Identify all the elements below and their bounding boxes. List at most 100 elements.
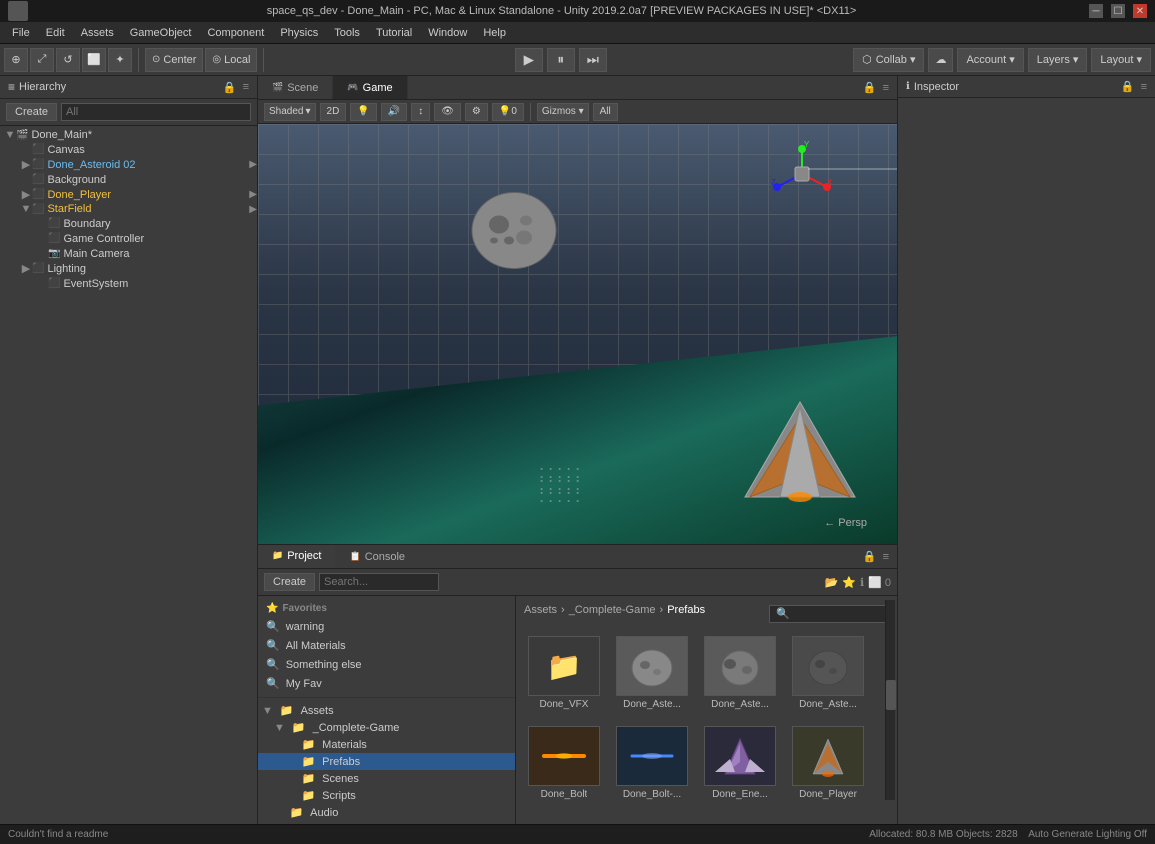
file-item-done-enemy[interactable]: Done_Ene... [700, 722, 780, 804]
shading-mode-dropdown[interactable]: Shaded ▾ [264, 103, 316, 121]
account-button[interactable]: Account ▾ [957, 48, 1023, 72]
collab-button[interactable]: ⬡ Collab ▾ [853, 48, 924, 72]
asset-item-complete-game[interactable]: ▼ 📁 Assets [258, 702, 515, 719]
inspector-lock-icon[interactable]: 🔒 [1121, 80, 1135, 93]
scene-gizmo[interactable]: Y X Z [767, 139, 837, 212]
asset-item-complete-game-sub[interactable]: ▼ 📁 _Complete-Game [258, 719, 515, 736]
files-scrollbar[interactable] [885, 600, 895, 800]
tree-item-lighting[interactable]: ▶ ⬛ Lighting [0, 261, 257, 276]
project-create-button[interactable]: Create [264, 573, 315, 591]
view-menu-icon[interactable]: ≡ [883, 82, 889, 94]
tab-scene[interactable]: 🎬 Scene [258, 76, 333, 99]
tree-item-done-main[interactable]: ▼ 🎬 Done_Main* [0, 128, 257, 142]
project-search-input[interactable] [319, 573, 439, 591]
star-icon[interactable]: ⭐ [842, 576, 856, 589]
scene-num1[interactable]: 💡0 [492, 103, 524, 121]
lighting-toggle[interactable]: 💡 [350, 103, 376, 121]
asset-item-materials[interactable]: ▶ 📁 Materials [258, 736, 515, 753]
menu-tools[interactable]: Tools [326, 25, 368, 41]
menu-tutorial[interactable]: Tutorial [368, 25, 420, 41]
tree-item-boundary[interactable]: ▶ ⬛ Boundary [0, 216, 257, 231]
tree-item-main-camera[interactable]: ▶ 📷 Main Camera [0, 246, 257, 261]
close-button[interactable]: ✕ [1133, 4, 1147, 18]
menu-assets[interactable]: Assets [73, 25, 122, 41]
tool-rotate[interactable]: ↺ [56, 48, 80, 72]
favorite-item-warning[interactable]: 🔍 warning [258, 617, 515, 636]
tab-project[interactable]: 📁 Project [258, 545, 335, 568]
hierarchy-create-button[interactable]: Create [6, 103, 57, 121]
hierarchy-search-input[interactable] [61, 103, 251, 121]
step-button[interactable]: ⏭ [579, 48, 607, 72]
file-item-done-aste3[interactable]: Done_Aste... [788, 632, 868, 714]
file-label: Done_Bolt [541, 789, 588, 800]
tool-hand[interactable]: ⊕ [4, 48, 28, 72]
tree-item-done-player[interactable]: ▶ ⬛ Done_Player ▶ [0, 187, 257, 202]
file-item-done-aste1[interactable]: Done_Aste... [612, 632, 692, 714]
tab-game[interactable]: 🎮 Game [333, 76, 407, 99]
menu-help[interactable]: Help [475, 25, 514, 41]
minimize-button[interactable]: ─ [1089, 4, 1103, 18]
favorite-item-something-else[interactable]: 🔍 Something else [258, 655, 515, 674]
file-item-done-bolt-blue[interactable]: Done_Bolt-... [612, 722, 692, 804]
scene-viewport[interactable]: Y X Z ← [258, 124, 897, 544]
favorite-item-my-fav[interactable]: 🔍 My Fav [258, 674, 515, 693]
favorite-item-all-materials[interactable]: 🔍 All Materials [258, 636, 515, 655]
hierarchy-lock-icon[interactable]: 🔒 [223, 81, 237, 94]
scene-camera-btn[interactable]: 👁 [434, 103, 461, 121]
menu-physics[interactable]: Physics [272, 25, 326, 41]
layers-button[interactable]: Layers ▾ [1028, 48, 1088, 72]
breadcrumb-complete-game[interactable]: _Complete-Game [569, 604, 656, 616]
bottom-menu-icon[interactable]: ≡ [883, 551, 889, 563]
layout-button[interactable]: Layout ▾ [1091, 48, 1151, 72]
menu-gameobject[interactable]: GameObject [122, 25, 200, 41]
tree-item-background[interactable]: ▶ ⬛ Background [0, 172, 257, 187]
tree-item-game-controller[interactable]: ▶ ⬛ Game Controller [0, 231, 257, 246]
tree-item-canvas[interactable]: ▶ ⬛ Canvas [0, 142, 257, 157]
file-item-done-aste2[interactable]: Done_Aste... [700, 632, 780, 714]
file-item-done-vfx[interactable]: 📁 Done_VFX [524, 632, 604, 714]
pause-button[interactable]: ⏸ [547, 48, 575, 72]
files-search-input[interactable] [769, 605, 889, 623]
center-toggle[interactable]: ⊙ Center [145, 48, 203, 72]
folder-icon[interactable]: 📂 [825, 576, 839, 589]
info-icon[interactable]: ℹ [860, 576, 864, 589]
tool-move[interactable]: ⤢ [30, 48, 54, 72]
maximize-button[interactable]: ☐ [1111, 4, 1125, 18]
file-item-done-player[interactable]: Done_Player [788, 722, 868, 804]
tree-item-done-asteroid-02[interactable]: ▶ ⬛ Done_Asteroid 02 ▶ [0, 157, 257, 172]
inspector-panel-icons: 🔒 ≡ [1121, 80, 1147, 93]
menu-file[interactable]: File [4, 25, 38, 41]
bottom-lock-icon[interactable]: 🔒 [863, 550, 877, 563]
menu-window[interactable]: Window [420, 25, 475, 41]
tree-item-starfield[interactable]: ▼ ⬛ StarField ▶ [0, 202, 257, 216]
tab-console[interactable]: 📋 Console [335, 545, 419, 568]
svg-text:X: X [827, 178, 833, 187]
local-toggle[interactable]: ◎ Local [205, 48, 257, 72]
cloud-button[interactable]: ☁ [928, 48, 953, 72]
menu-edit[interactable]: Edit [38, 25, 73, 41]
menu-component[interactable]: Component [199, 25, 272, 41]
play-button[interactable]: ▶ [515, 48, 543, 72]
scene-settings-btn[interactable]: ⚙ [465, 103, 488, 121]
tool-rect[interactable]: ✦ [108, 48, 132, 72]
asset-item-scripts[interactable]: ▶ 📁 Scripts [258, 787, 515, 804]
breadcrumb-assets[interactable]: Assets [524, 604, 557, 616]
gizmos-dropdown[interactable]: Gizmos ▾ [537, 103, 589, 121]
audio-toggle[interactable]: 🔊 [381, 103, 407, 121]
files-scrollbar-thumb[interactable] [886, 680, 896, 710]
asset-item-scenes[interactable]: ▶ 📁 Scenes [258, 770, 515, 787]
asset-item-audio[interactable]: ▶ 📁 Audio [258, 804, 515, 821]
console-tab-icon: 📋 [349, 551, 360, 562]
2d-toggle[interactable]: 2D [320, 103, 347, 121]
inspector-menu-icon[interactable]: ≡ [1141, 81, 1147, 93]
view-lock-icon[interactable]: 🔒 [863, 81, 877, 94]
tool-scale[interactable]: ⬜ [82, 48, 106, 72]
hierarchy-menu-icon[interactable]: ≡ [243, 81, 249, 93]
asset-item-prefabs[interactable]: ▶ 📁 Prefabs [258, 753, 515, 770]
view-tabs: 🎬 Scene 🎮 Game 🔒 ≡ [258, 76, 897, 100]
tree-item-event-system[interactable]: ▶ ⬛ EventSystem [0, 276, 257, 291]
all-btn[interactable]: All [593, 103, 618, 121]
fx-toggle[interactable]: ↕ [411, 103, 430, 121]
file-item-done-bolt[interactable]: Done_Bolt [524, 722, 604, 804]
breadcrumb-prefabs[interactable]: Prefabs [667, 604, 705, 616]
